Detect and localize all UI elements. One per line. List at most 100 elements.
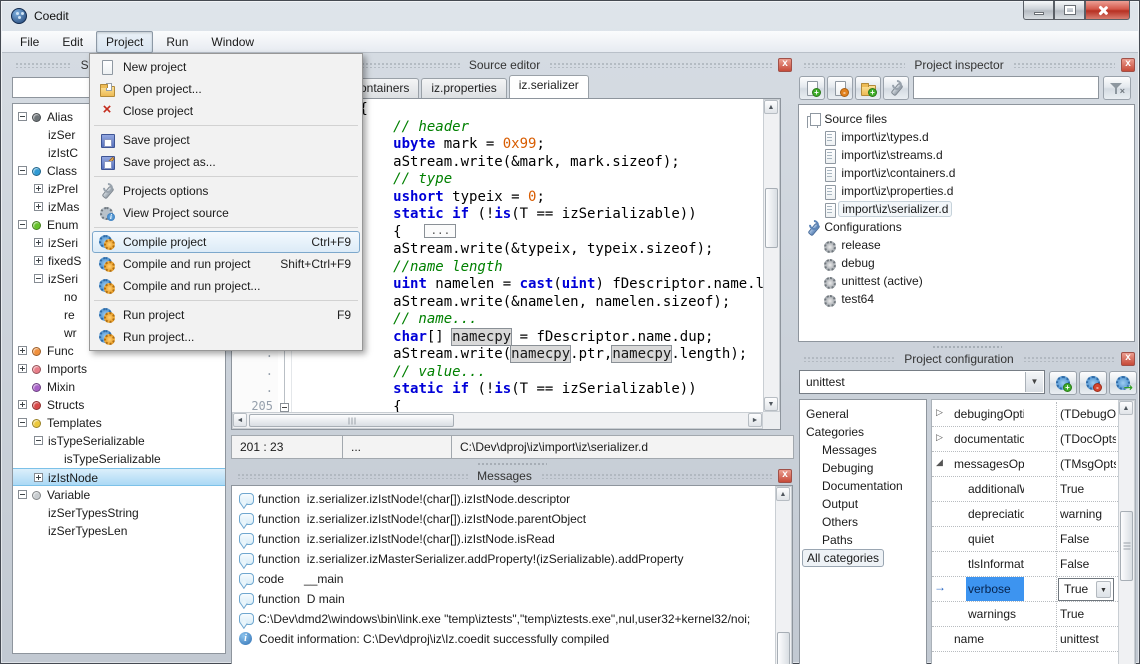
tree-item-izistnode[interactable]: izIstNode (13, 468, 225, 486)
drag-grip[interactable] (15, 61, 72, 68)
inspector-item-import-iz-types-d[interactable]: import\iz\types.d (799, 128, 1134, 146)
tree-item-templates[interactable]: Templates (13, 414, 225, 432)
fold-collapse-icon[interactable] (280, 403, 289, 412)
inspector-item-debug[interactable]: debug (799, 254, 1134, 272)
collapse-icon[interactable] (18, 418, 27, 427)
tree-item-structs[interactable]: Structs (13, 396, 225, 414)
message-item[interactable]: function iz.serializer.izIstNode!(char[]… (234, 489, 772, 509)
grid-row-warnings[interactable]: warningsTrue (932, 602, 1118, 627)
grid-row-additionalwarni[interactable]: additionalWarniTrue (932, 477, 1118, 502)
category-others[interactable]: Others (800, 513, 926, 531)
inspector-item-import-iz-properties-d[interactable]: import\iz\properties.d (799, 182, 1134, 200)
menu-item-compile-and-run-project[interactable]: Compile and run project... (92, 275, 360, 297)
filter-button[interactable] (1103, 76, 1131, 100)
menu-item-open-project[interactable]: Open project... (92, 78, 360, 100)
close-project-inspector-icon[interactable] (1121, 58, 1135, 72)
collapse-icon[interactable] (34, 436, 43, 445)
scroll-down-icon[interactable]: ▼ (764, 397, 778, 411)
project-configuration-title[interactable]: Project configuration (797, 350, 1136, 367)
close-project-configuration-icon[interactable] (1121, 352, 1135, 366)
inspector-item-test64[interactable]: test64 (799, 290, 1134, 308)
expand-icon[interactable] (18, 346, 27, 355)
message-item[interactable]: Coedit information: C:\Dev\dproj\iz\Iz.c… (234, 629, 772, 649)
expand-icon[interactable] (18, 400, 27, 409)
grid-row-quiet[interactable]: quietFalse (932, 527, 1118, 552)
menu-item-projects-options[interactable]: Projects options (92, 180, 360, 202)
scroll-up-icon[interactable]: ▲ (776, 487, 790, 501)
add-configuration-button[interactable] (1049, 371, 1077, 395)
inspector-item-configurations[interactable]: Configurations (799, 218, 1134, 236)
menu-item-save-project-as[interactable]: Save project as... (92, 151, 360, 173)
drag-grip[interactable] (803, 61, 905, 68)
menu-item-view-project-source[interactable]: View Project source (92, 202, 360, 224)
scroll-up-icon[interactable]: ▲ (1119, 401, 1133, 415)
editor-horizontal-scrollbar[interactable]: ◄ ► (232, 412, 763, 429)
inspector-item-import-iz-streams-d[interactable]: import\iz\streams.d (799, 146, 1134, 164)
scroll-up-icon[interactable]: ▲ (764, 100, 778, 114)
category-paths[interactable]: Paths (800, 531, 926, 549)
menu-item-save-project[interactable]: Save project (92, 129, 360, 151)
expand-icon[interactable] (34, 473, 43, 482)
inspector-item-release[interactable]: release (799, 236, 1134, 254)
expand-icon[interactable] (34, 202, 43, 211)
grid-row-debugingoptions[interactable]: ▷debugingOptions(TDebugOp (932, 402, 1118, 427)
add-source-folder-button[interactable] (855, 76, 881, 100)
maximize-button[interactable] (1054, 1, 1085, 20)
menu-window[interactable]: Window (201, 31, 264, 53)
category-categories[interactable]: Categories (800, 423, 926, 441)
tab-iz-properties[interactable]: iz.properties (421, 78, 506, 98)
minimize-button[interactable] (1023, 1, 1054, 20)
folded-block-icon[interactable]: ... (424, 224, 456, 238)
project-options-button[interactable] (883, 76, 909, 100)
project-files-tree[interactable]: Source files import\iz\types.d import\iz… (798, 104, 1135, 342)
category-output[interactable]: Output (800, 495, 926, 513)
message-item[interactable]: function iz.serializer.izMasterSerialize… (234, 549, 772, 569)
drag-grip[interactable] (1023, 355, 1115, 362)
inspector-item-source-files[interactable]: Source files (799, 110, 1134, 128)
category-all-categories[interactable]: All categories (800, 549, 926, 567)
drag-grip[interactable] (541, 472, 772, 479)
tree-item-istypeserializable[interactable]: isTypeSerializable (13, 450, 225, 468)
menu-item-compile-project[interactable]: Compile projectCtrl+F9 (92, 231, 360, 253)
remove-source-button[interactable] (827, 76, 853, 100)
drag-grip[interactable] (237, 472, 468, 479)
scroll-right-icon[interactable]: ► (748, 413, 762, 427)
expand-icon[interactable]: ▷ (936, 407, 943, 418)
inspector-item-unittest-active[interactable]: unittest (active) (799, 272, 1134, 290)
category-general[interactable]: General (800, 405, 926, 423)
message-item[interactable]: function D main (234, 589, 772, 609)
close-source-editor-icon[interactable] (778, 58, 792, 72)
chevron-down-icon[interactable]: ▼ (1025, 372, 1043, 392)
tree-item-variable[interactable]: Variable (13, 486, 225, 504)
scroll-left-icon[interactable]: ◄ (233, 413, 247, 427)
messages-title[interactable]: Messages (231, 467, 793, 484)
collapse-icon[interactable] (18, 220, 27, 229)
grid-row-depreciationhan[interactable]: depreciationHanwarning (932, 502, 1118, 527)
inspector-item-import-iz-serializer-d[interactable]: import\iz\serializer.d (799, 200, 1134, 218)
grid-row-tlsinformations[interactable]: tlsInformationsFalse (932, 552, 1118, 577)
expand-icon[interactable] (34, 238, 43, 247)
message-item[interactable]: code __main (234, 569, 772, 589)
drag-grip[interactable] (549, 61, 772, 68)
message-item[interactable]: function iz.serializer.izIstNode!(char[]… (234, 509, 772, 529)
inspector-filter-input[interactable] (913, 76, 1099, 99)
expand-icon[interactable]: ▷ (936, 432, 943, 443)
grid-scrollbar[interactable]: ▲ ▼ (1118, 400, 1135, 664)
menu-item-run-project[interactable]: Run projectF9 (92, 304, 360, 326)
menu-project[interactable]: Project (96, 31, 153, 53)
drag-grip[interactable] (803, 355, 895, 362)
category-messages[interactable]: Messages (800, 441, 926, 459)
tree-item-izsertypesstring[interactable]: izSerTypesString (13, 504, 225, 522)
options-property-grid[interactable]: ▲ ▼ ▷debugingOptions(TDebugOp▷documentat… (931, 399, 1136, 664)
expand-icon[interactable] (34, 184, 43, 193)
collapse-icon[interactable] (34, 274, 43, 283)
tree-item-mixin[interactable]: Mixin (13, 378, 225, 396)
collapse-icon[interactable]: ◢ (936, 457, 943, 468)
grid-row-messagesoptions[interactable]: ◢messagesOptions(TMsgOpts) (932, 452, 1118, 477)
tree-item-imports[interactable]: Imports (13, 360, 225, 378)
messages-scrollbar[interactable]: ▲ ▼ (775, 486, 792, 664)
remove-configuration-button[interactable] (1079, 371, 1107, 395)
drag-grip[interactable] (1013, 61, 1115, 68)
category-debuging[interactable]: Debuging (800, 459, 926, 477)
menu-edit[interactable]: Edit (52, 31, 93, 53)
